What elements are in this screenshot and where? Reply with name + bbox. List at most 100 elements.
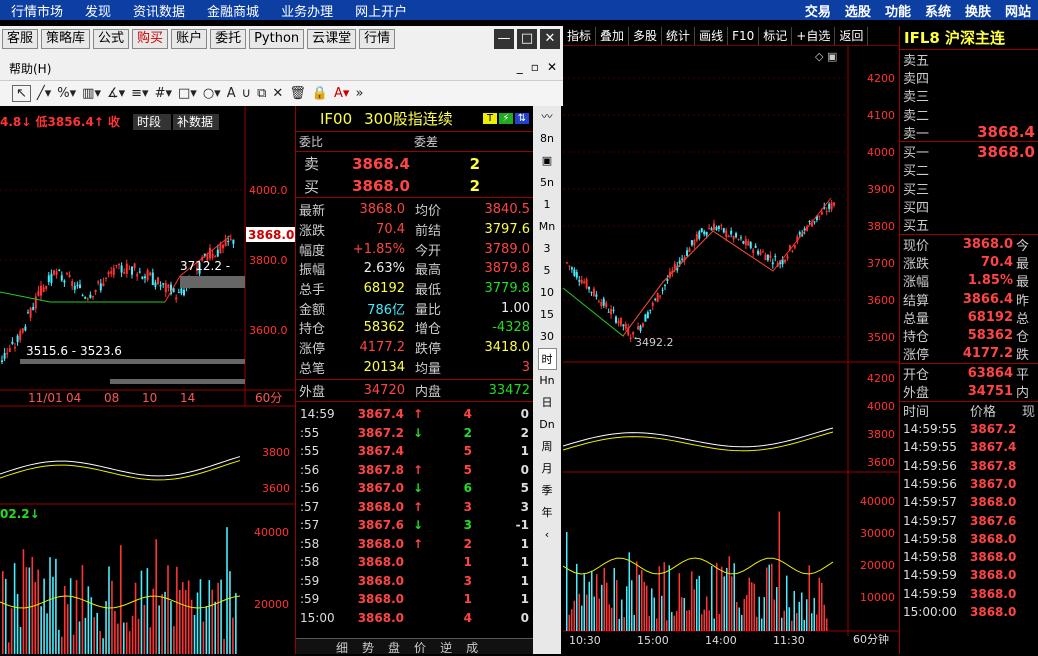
percent-icon[interactable]: %▾ [57,86,76,101]
rect-icon[interactable]: □▾ [178,86,197,101]
text-icon[interactable]: A [227,86,236,101]
maximize-icon[interactable]: □ [517,29,537,49]
magnet-icon[interactable]: ∪ [242,86,252,101]
period-button-17[interactable]: 季 [542,480,553,502]
dialog-button-2[interactable]: 公式 [93,29,130,49]
period-button-15[interactable]: 周 [542,436,553,458]
period-button-2[interactable]: ▣ [542,150,552,172]
detail-tab-0[interactable]: 细 [336,639,348,655]
price-tick: 4100 [867,109,895,122]
menu-item-3[interactable]: 金融商城 [196,1,270,20]
period-button-8[interactable]: 10 [540,282,554,304]
t-icon[interactable]: T [483,113,497,124]
trade-row: 14:59:58 3868.0 [900,530,1038,548]
top-right-item-3[interactable]: 系统 [918,1,958,20]
chart-tool-5[interactable]: F10 [728,26,760,45]
dialog-button-3[interactable]: 购买 [132,29,169,49]
copy-icon[interactable]: ⧉ [257,86,266,101]
line-icon[interactable]: ╱▾ [37,86,51,101]
top-right-item-5[interactable]: 网站 [998,1,1038,20]
candle-body [649,309,652,311]
bars-icon[interactable]: ▥▾ [82,86,101,101]
trade-row: 14:59:56 3867.8 [900,457,1038,475]
period-button-9[interactable]: 15 [540,304,554,326]
menu-close-icon[interactable]: ✕ [547,60,557,74]
trade-price: 3867.0 [970,476,1017,491]
volume-bar [578,593,580,631]
detail-tab-3[interactable]: 价 [414,639,426,655]
dialog-button-8[interactable]: 行情 [359,29,396,49]
period-button-13[interactable]: 日 [542,392,553,414]
dialog-button-1[interactable]: 策略库 [41,29,91,49]
sort-icon[interactable]: ⇅ [515,113,529,124]
period-button-4[interactable]: 1 [544,194,551,216]
period-button-6[interactable]: 3 [544,238,551,260]
period-button-1[interactable]: 8n [540,128,554,150]
period-button-10[interactable]: 30 [540,326,554,348]
macd-tick: 3800 [867,428,895,441]
period-button-11[interactable]: 时 [537,348,557,370]
period-button-0[interactable]: 〰 [542,106,553,128]
left-chart[interactable]: 4.8↓ 低3856.4↑ 收 时段 补数据 4000.0 3800.0 3600.0 38… [0,106,295,654]
chart-tool-1[interactable]: 叠加 [596,26,630,45]
top-right-item-0[interactable]: 交易 [798,1,838,20]
chart-tool-2[interactable]: 多股 [629,26,663,45]
dialog-button-4[interactable]: 账户 [171,29,208,49]
dialog-button-5[interactable]: 委托 [210,29,247,49]
menu-item-0[interactable]: 行情市场 [0,1,74,20]
dialog-button-6[interactable]: Python [249,29,305,49]
period-button-3[interactable]: 5n [540,172,554,194]
chart-tool-4[interactable]: 画线 [695,26,729,45]
chart-tool-8[interactable]: 返回 [835,26,869,45]
period-button-18[interactable]: 年 [542,502,553,524]
parallel-icon[interactable]: ≡▾ [131,86,148,101]
period-button-16[interactable]: 月 [542,458,553,480]
trade-row: 14:59:59 3868.0 [900,585,1038,603]
period-button-19[interactable]: ‹ [545,524,549,546]
period-button-12[interactable]: Hn [539,370,554,392]
menu-minimize-icon[interactable]: _ [517,60,523,74]
dialog-button-7[interactable]: 云课堂 [307,29,357,49]
quote-row: 卖一 3868.4 [900,123,1038,142]
candle-body [86,298,89,300]
period-button-7[interactable]: 5 [544,260,551,282]
chart-tool-6[interactable]: 标记 [759,26,793,45]
help-menu[interactable]: 帮助(H) [9,60,51,77]
chart-tool-0[interactable]: 指标 [563,26,597,45]
right-chart[interactable]: ◇ ▣ 4200 4100 4000 3900 3800 3700 3600 3500 4200 4… [563,46,899,654]
detail-stat-row: 涨停 4177.2 跌停 3418.0 [296,338,533,358]
period-button-14[interactable]: Dn [539,414,554,436]
close-icon[interactable]: ✕ [540,29,560,49]
dialog-button-0[interactable]: 客服 [2,29,39,49]
menu-item-5[interactable]: 网上开户 [344,1,418,20]
top-right-item-2[interactable]: 功能 [878,1,918,20]
menu-restore-icon[interactable]: ▫ [531,60,539,74]
color-icon[interactable]: A▾ [334,86,349,101]
trash-icon[interactable]: 🗑 [289,86,306,101]
detail-tab-4[interactable]: 逆 [440,639,452,655]
angle-icon[interactable]: ∡▾ [107,86,125,101]
detail-tab-2[interactable]: 盘 [388,639,400,655]
top-right-item-4[interactable]: 换肤 [958,1,998,20]
trade-header-time: 时间 [903,405,930,421]
pointer-icon[interactable]: ↖ [12,85,31,102]
period-button-5[interactable]: Mn [539,216,555,238]
tick-row: :56 3867.0 ↓ 6 5 [296,479,533,498]
more-icon[interactable]: » [355,86,363,101]
volume-bar [40,606,42,654]
circle-icon[interactable]: ○▾ [203,86,221,101]
chart-tool-7[interactable]: +自选 [792,26,836,45]
lock-icon[interactable]: 🔒 [312,86,328,101]
menu-item-4[interactable]: 业务办理 [270,1,344,20]
detail-tab-1[interactable]: 势 [362,639,374,655]
detail-tab-5[interactable]: 成 [466,639,478,655]
trend-line [0,291,165,303]
bolt-icon[interactable]: ⚡ [499,113,513,124]
menu-item-1[interactable]: 发现 [74,1,122,20]
chart-tool-3[interactable]: 统计 [662,26,696,45]
grid-icon[interactable]: #▾ [155,86,172,101]
minimize-icon[interactable]: — [494,29,514,49]
top-right-item-1[interactable]: 选股 [838,1,878,20]
delete-icon[interactable]: ✕ [272,86,283,101]
menu-item-2[interactable]: 资讯数据 [122,1,196,20]
